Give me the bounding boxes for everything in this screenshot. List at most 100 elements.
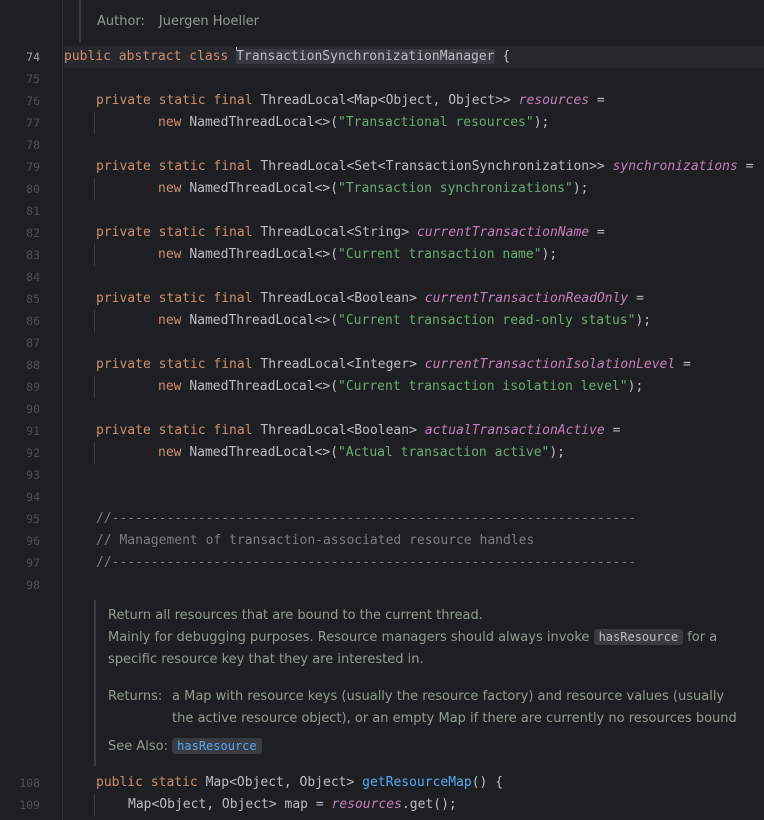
- modifiers: private static final: [96, 357, 253, 372]
- return-type: Map<Object, Object>: [205, 775, 355, 790]
- line-number-gutter[interactable]: 74 75 76 77 78 79 80 81 82 83 84 85 86 87 88 89 90 91 92 93…: [0, 0, 63, 820]
- field-name[interactable]: currentTransactionReadOnly: [425, 291, 629, 306]
- line-number[interactable]: 96: [0, 530, 40, 552]
- code-line-field-declaration[interactable]: private static final ThreadLocal<String>…: [64, 222, 764, 244]
- comment-section-title[interactable]: // Management of transaction-associated …: [64, 530, 764, 552]
- line-number[interactable]: 87: [0, 332, 40, 354]
- string-literal: "Current transaction read-only status": [338, 313, 636, 328]
- javadoc-summary: Return all resources that are bound to t…: [108, 608, 483, 623]
- indent-guide: [94, 794, 95, 816]
- line-number[interactable]: 108: [0, 772, 40, 794]
- code-line-field-declaration[interactable]: private static final ThreadLocal<Map<Obj…: [64, 90, 764, 112]
- code-line-field-initializer[interactable]: new NamedThreadLocal<>("Transactional re…: [64, 112, 764, 134]
- code-line-field-declaration[interactable]: private static final ThreadLocal<Boolean…: [64, 288, 764, 310]
- close-paren: );: [627, 379, 644, 394]
- line-number[interactable]: 93: [0, 464, 40, 486]
- comment-rule-text: //--------------------------------------…: [96, 555, 637, 570]
- line-number[interactable]: 80: [0, 178, 40, 200]
- keyword-new: new: [158, 247, 182, 262]
- line-number[interactable]: 91: [0, 420, 40, 442]
- close-paren: );: [549, 445, 566, 460]
- keyword-new: new: [158, 181, 182, 196]
- code-line-field-initializer[interactable]: new NamedThreadLocal<>("Current transact…: [64, 310, 764, 332]
- keyword-new: new: [158, 115, 182, 130]
- javadoc-see-also-row: See Also: hasResource: [108, 738, 262, 754]
- close-paren: );: [635, 313, 652, 328]
- line-number[interactable]: 85: [0, 288, 40, 310]
- field-ref-resources[interactable]: resources: [332, 797, 402, 812]
- constructor: NamedThreadLocal<>(: [189, 115, 339, 130]
- javadoc-text: Mainly for debugging purposes. Resource …: [108, 630, 590, 645]
- keyword-new: new: [158, 379, 182, 394]
- code-line-field-initializer[interactable]: new NamedThreadLocal<>("Actual transacti…: [64, 442, 764, 464]
- line-number[interactable]: 76: [0, 90, 40, 112]
- method-name[interactable]: getResourceMap: [362, 775, 472, 790]
- indent-guide: [94, 178, 95, 200]
- assign-op: =: [737, 159, 754, 174]
- rendered-doc-author: Author: Juergen Hoeller: [79, 0, 764, 42]
- line-number[interactable]: 88: [0, 354, 40, 376]
- close-paren: );: [533, 115, 550, 130]
- line-number[interactable]: 89: [0, 376, 40, 398]
- field-name[interactable]: currentTransactionIsolationLevel: [425, 357, 675, 372]
- line-number[interactable]: 75: [0, 68, 40, 90]
- line-number[interactable]: 82: [0, 222, 40, 244]
- method-params: () {: [471, 775, 504, 790]
- rendered-javadoc[interactable]: Return all resources that are bound to t…: [94, 600, 756, 766]
- comment-rule-top[interactable]: //--------------------------------------…: [64, 508, 764, 530]
- line-number[interactable]: 77: [0, 112, 40, 134]
- javadoc-description-line: Mainly for debugging purposes. Resource …: [108, 629, 717, 645]
- modifiers: private static final: [96, 423, 253, 438]
- field-type: ThreadLocal<Map<Object, Object>>: [260, 93, 511, 108]
- close-paren: );: [572, 181, 589, 196]
- line-number[interactable]: 95: [0, 508, 40, 530]
- line-number[interactable]: 98: [0, 574, 40, 596]
- keyword-abstract: abstract: [118, 49, 182, 64]
- javadoc-returns-label: Returns:: [108, 689, 163, 704]
- close-paren: );: [541, 247, 558, 262]
- constructor: NamedThreadLocal<>(: [189, 313, 339, 328]
- code-line-field-declaration[interactable]: private static final ThreadLocal<Set<Tra…: [64, 156, 764, 178]
- field-name[interactable]: resources: [519, 93, 589, 108]
- field-name[interactable]: actualTransactionActive: [425, 423, 605, 438]
- line-number[interactable]: 94: [0, 486, 40, 508]
- string-literal: "Current transaction name": [338, 247, 542, 262]
- local-decl: Map<Object, Object> map =: [128, 797, 332, 812]
- line-number[interactable]: 90: [0, 398, 40, 420]
- line-number[interactable]: 109: [0, 794, 40, 816]
- line-number[interactable]: 81: [0, 200, 40, 222]
- class-name[interactable]: TransactionSynchronizationManager: [236, 49, 495, 64]
- constructor: NamedThreadLocal<>(: [189, 247, 339, 262]
- author-row: Author: Juergen Hoeller: [97, 14, 259, 29]
- code-line-field-declaration[interactable]: private static final ThreadLocal<Boolean…: [64, 420, 764, 442]
- keyword-public: public: [64, 49, 111, 64]
- line-number[interactable]: 78: [0, 134, 40, 156]
- string-literal: "Actual transaction active": [338, 445, 550, 460]
- class-open-brace: {: [494, 49, 511, 64]
- assign-op: =: [604, 423, 621, 438]
- line-number[interactable]: 97: [0, 552, 40, 574]
- code-line-method-declaration[interactable]: public static Map<Object, Object> getRes…: [64, 772, 764, 794]
- line-number[interactable]: 86: [0, 310, 40, 332]
- keyword-public: public: [96, 775, 143, 790]
- code-line-class-declaration[interactable]: public abstract class TransactionSynchro…: [64, 46, 764, 68]
- line-number[interactable]: 92: [0, 442, 40, 464]
- javadoc-see-also-label: See Also:: [108, 739, 168, 754]
- code-line-field-initializer[interactable]: new NamedThreadLocal<>("Current transact…: [64, 244, 764, 266]
- line-number[interactable]: 84: [0, 266, 40, 288]
- comment-rule-bottom[interactable]: //--------------------------------------…: [64, 552, 764, 574]
- field-name[interactable]: currentTransactionName: [417, 225, 589, 240]
- line-number[interactable]: 79: [0, 156, 40, 178]
- line-number[interactable]: 83: [0, 244, 40, 266]
- line-number[interactable]: 74: [0, 46, 40, 68]
- code-line-field-initializer[interactable]: new NamedThreadLocal<>("Transaction sync…: [64, 178, 764, 200]
- comment-title-text: // Management of transaction-associated …: [96, 533, 535, 548]
- code-line-field-initializer[interactable]: new NamedThreadLocal<>("Current transact…: [64, 376, 764, 398]
- field-name[interactable]: synchronizations: [613, 159, 738, 174]
- code-editor[interactable]: Author: Juergen Hoeller public abstract c…: [63, 0, 764, 820]
- code-line-field-declaration[interactable]: private static final ThreadLocal<Integer…: [64, 354, 764, 376]
- code-line-method-body[interactable]: Map<Object, Object> map = resources.get(…: [64, 794, 764, 816]
- see-also-link-has-resource[interactable]: hasResource: [172, 738, 262, 754]
- keyword-new: new: [158, 445, 182, 460]
- assign-op: =: [589, 225, 605, 240]
